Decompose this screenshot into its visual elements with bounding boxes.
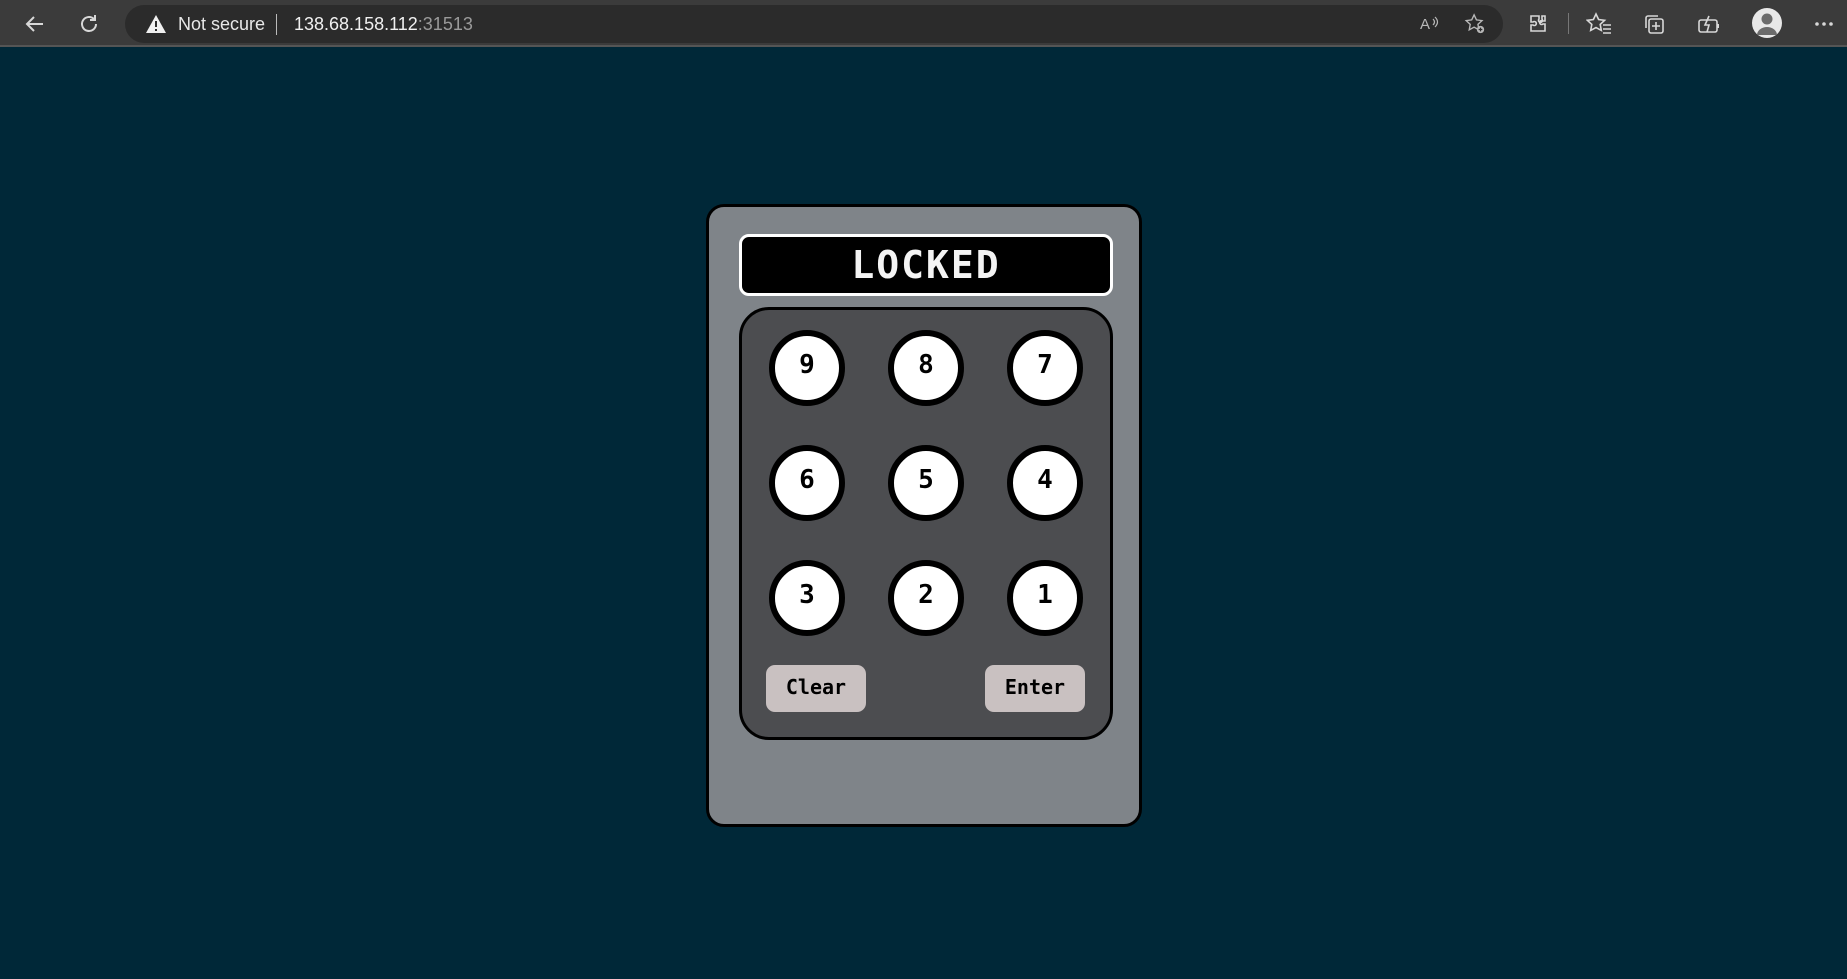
- key-5[interactable]: 5: [888, 445, 964, 521]
- add-favorite-icon[interactable]: [1464, 13, 1486, 35]
- performance-icon[interactable]: [1691, 6, 1727, 42]
- key-1[interactable]: 1: [1007, 560, 1083, 636]
- key-8[interactable]: 8: [888, 330, 964, 406]
- favorites-icon[interactable]: [1581, 6, 1617, 42]
- enter-button[interactable]: Enter: [985, 665, 1085, 712]
- key-4[interactable]: 4: [1007, 445, 1083, 521]
- key-9[interactable]: 9: [769, 330, 845, 406]
- extensions-icon[interactable]: [1520, 6, 1556, 42]
- profile-icon[interactable]: [1752, 8, 1782, 38]
- back-icon[interactable]: [17, 6, 53, 42]
- url-text[interactable]: 138.68.158.112:31513: [294, 14, 473, 35]
- lock-status-display: LOCKED: [739, 234, 1113, 296]
- lock-device: LOCKED 9 8 7 6 5 4 3 2 1 Clear Enter: [706, 204, 1142, 827]
- keypad-panel: 9 8 7 6 5 4 3 2 1 Clear Enter: [739, 307, 1113, 740]
- url-port: :31513: [417, 14, 473, 34]
- security-status-label[interactable]: Not secure: [178, 14, 265, 35]
- collections-icon[interactable]: [1636, 6, 1672, 42]
- key-7[interactable]: 7: [1007, 330, 1083, 406]
- url-host: 138.68.158.112: [294, 14, 418, 34]
- key-6[interactable]: 6: [769, 445, 845, 521]
- more-icon[interactable]: [1806, 6, 1842, 42]
- clear-button[interactable]: Clear: [766, 665, 866, 712]
- key-3[interactable]: 3: [769, 560, 845, 636]
- address-bar[interactable]: Not secure 138.68.158.112:31513 A: [125, 5, 1503, 43]
- toolbar-divider: [1568, 13, 1569, 34]
- key-2[interactable]: 2: [888, 560, 964, 636]
- browser-toolbar: Not secure 138.68.158.112:31513 A: [0, 0, 1847, 47]
- svg-text:A: A: [1420, 16, 1430, 33]
- refresh-icon[interactable]: [71, 6, 107, 42]
- address-separator: [276, 14, 277, 35]
- read-aloud-icon[interactable]: A: [1419, 13, 1441, 35]
- warning-icon[interactable]: [145, 14, 167, 34]
